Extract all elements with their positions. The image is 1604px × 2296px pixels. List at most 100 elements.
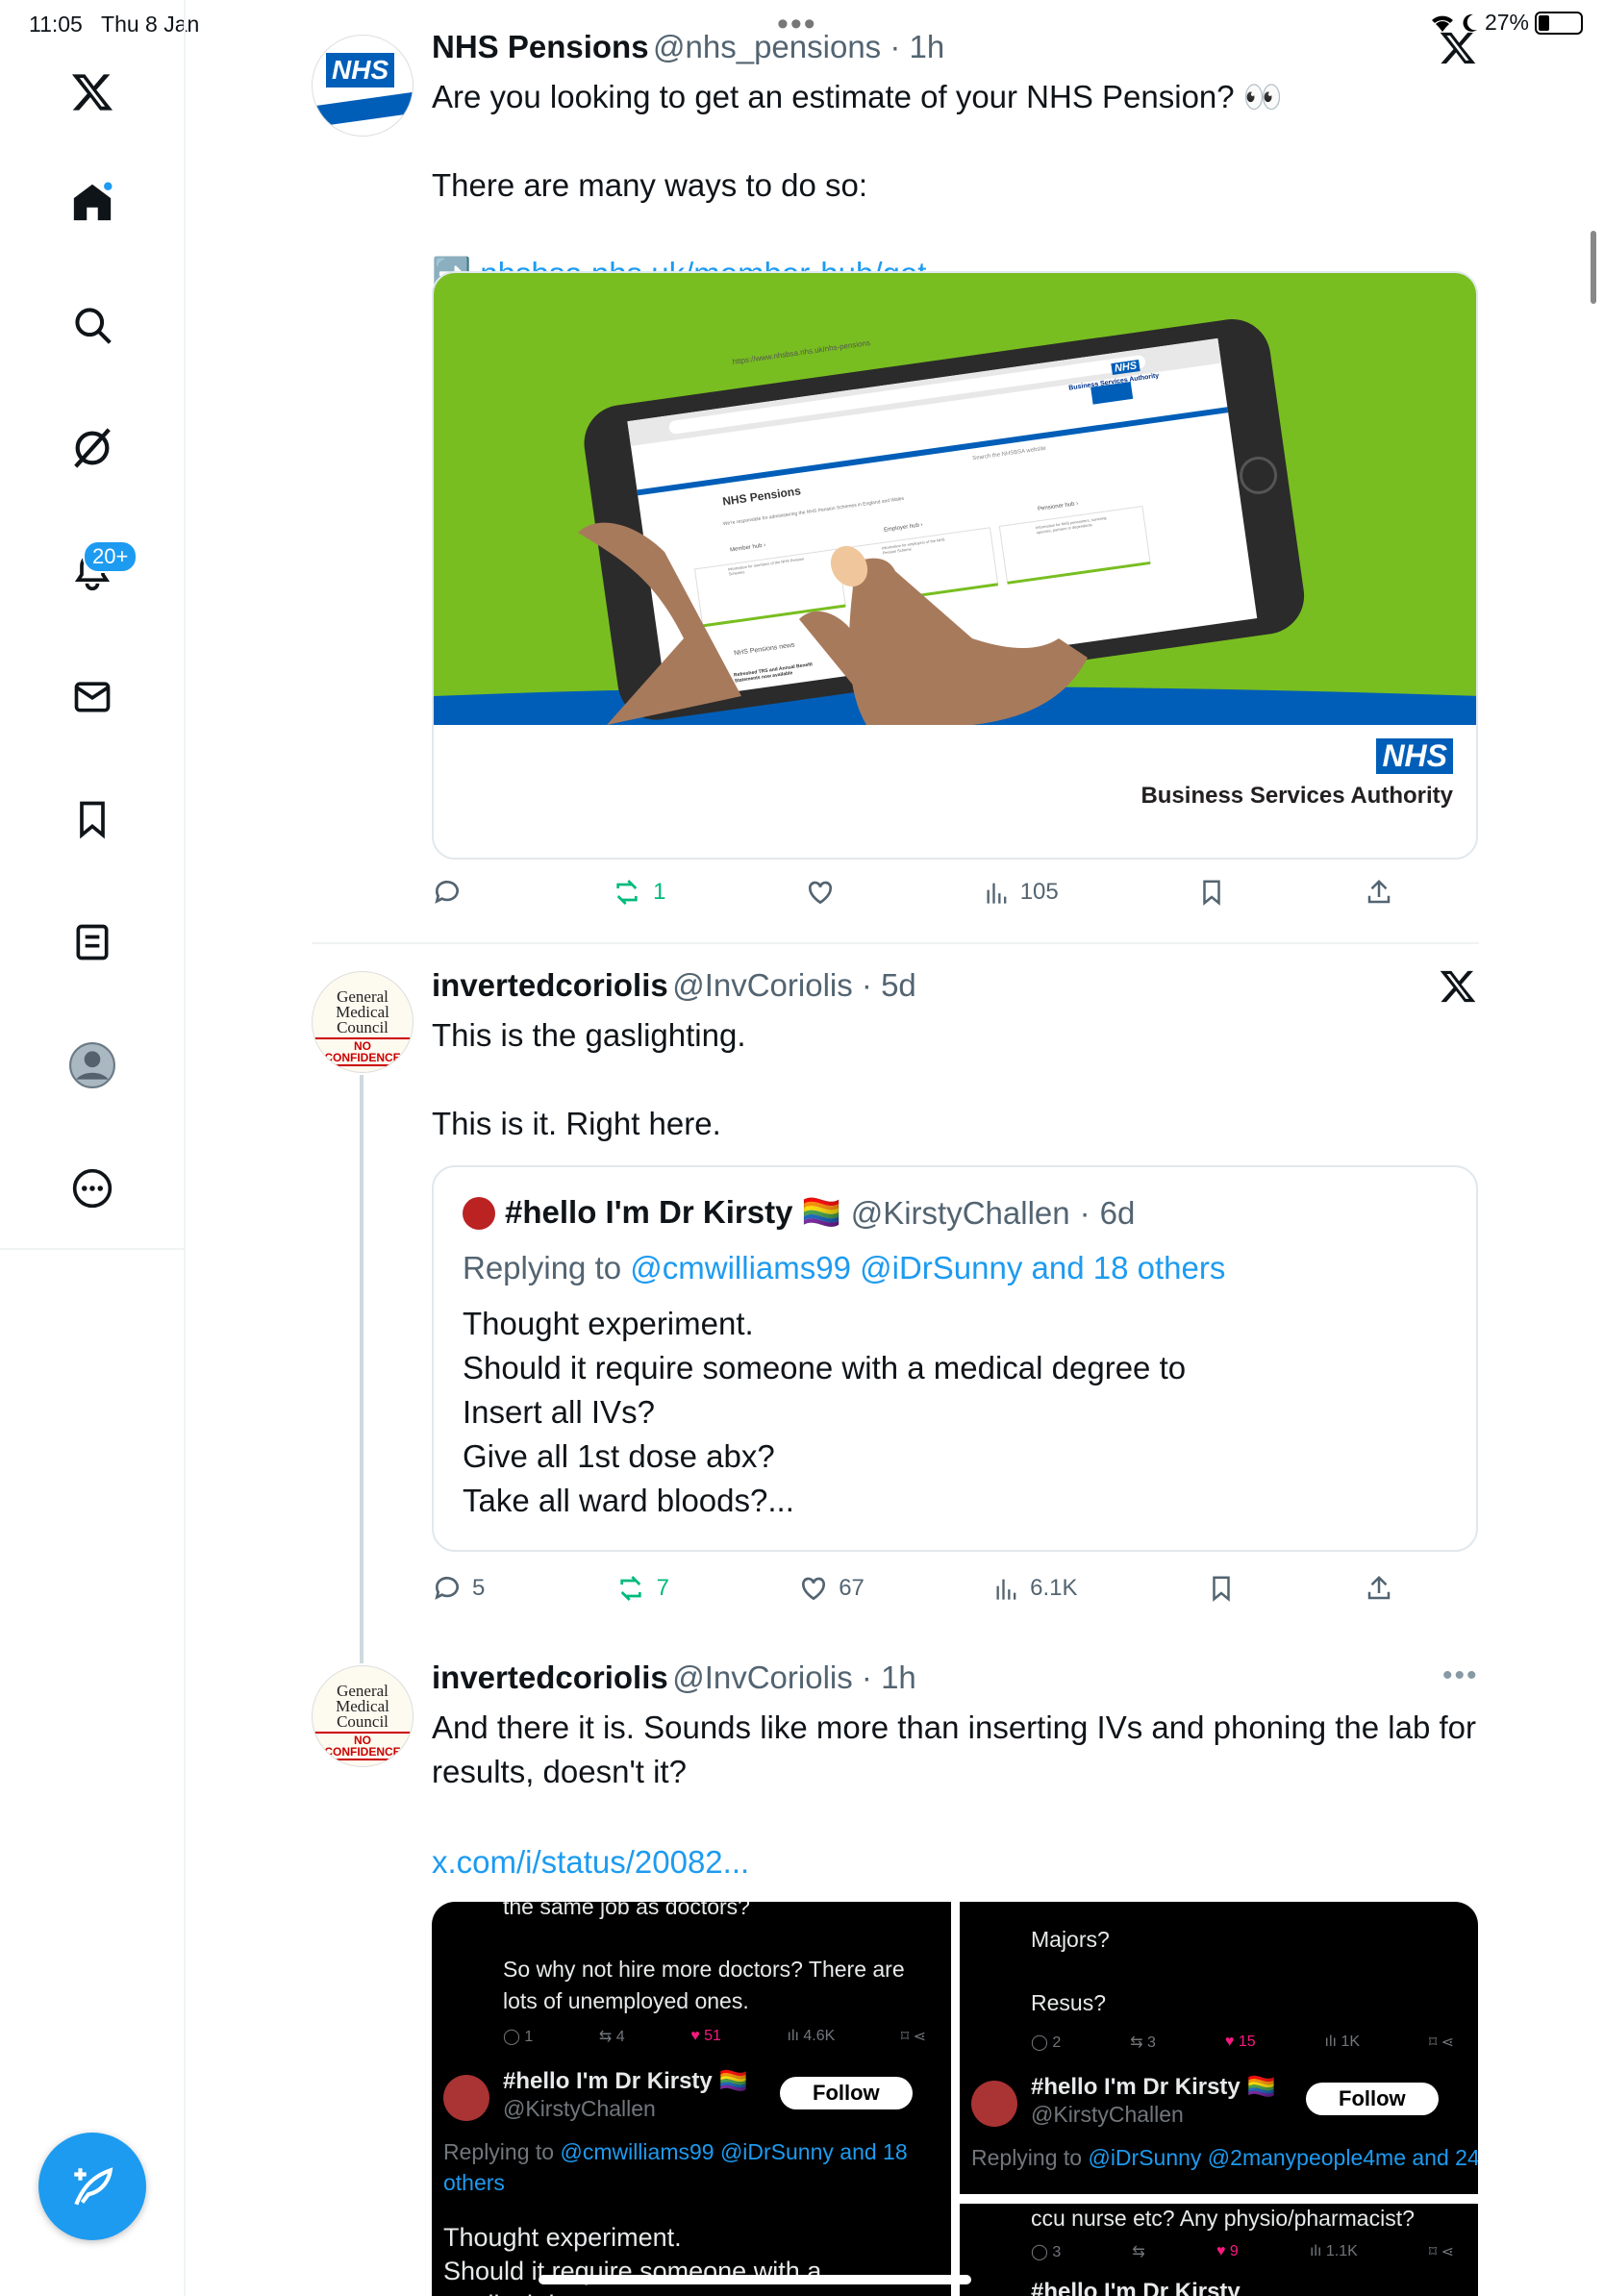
bookmark-icon bbox=[1203, 880, 1220, 906]
views-icon bbox=[996, 1579, 1016, 1600]
reply-button[interactable]: 5 bbox=[432, 1573, 485, 1604]
replying-to-links[interactable]: @cmwilliams99 @iDrSunny and 18 others bbox=[630, 1250, 1225, 1285]
repost-icon bbox=[619, 1576, 641, 1601]
notifications-badge: 20+ bbox=[83, 540, 138, 573]
screenshot-name: #hello I'm Dr Kirsty bbox=[1031, 2279, 1241, 2296]
tweet-header: NHS Pensions @nhs_pensions · 1h bbox=[432, 29, 945, 64]
tweet-link[interactable]: x.com/i/status/20082... bbox=[432, 1840, 749, 1884]
screenshot-body: Thought experiment. Should it require so… bbox=[443, 2223, 822, 2296]
more-options-icon[interactable]: ••• bbox=[1442, 1660, 1479, 1692]
heart-icon bbox=[808, 881, 832, 905]
screenshot-avatar bbox=[443, 2075, 489, 2121]
share-button[interactable] bbox=[1365, 877, 1393, 908]
screenshot-text: Majors? bbox=[1031, 1927, 1110, 1952]
screenshot-text: So why not hire more doctors? There are … bbox=[503, 1957, 905, 2013]
like-button[interactable] bbox=[805, 877, 845, 908]
screenshot-follow-button: Follow bbox=[1306, 2083, 1439, 2115]
media-card[interactable]: https://www.nhsbsa.nhs.uk/nhs-pensions N… bbox=[432, 271, 1478, 860]
bookmark-button[interactable] bbox=[1207, 1573, 1236, 1604]
author-handle[interactable]: @InvCoriolis bbox=[672, 967, 853, 1003]
share-icon bbox=[1367, 879, 1391, 904]
x-brand-icon bbox=[1439, 967, 1477, 1011]
views-button[interactable]: 105 bbox=[984, 877, 1059, 908]
tweet-text: And there it is. Sounds like more than i… bbox=[432, 1710, 1476, 1789]
thread-line bbox=[360, 1075, 363, 1663]
repost-button[interactable]: 1 bbox=[611, 877, 665, 908]
battery-icon bbox=[1535, 11, 1583, 35]
author-name[interactable]: invertedcoriolis bbox=[432, 967, 668, 1003]
x-brand-icon bbox=[1439, 29, 1477, 72]
screenshot-text: the same job as doctors? bbox=[503, 1902, 750, 1919]
screenshot-stats: ◯ 2 ⇆ 3 ♥ 15 ılı 1K ⌑ ⋖ bbox=[1031, 2034, 1454, 2051]
tweet-divider bbox=[312, 942, 1479, 944]
screenshot-stats: ◯ 1 ⇆ 4 ♥ 51 ılı 4.6K ⌑ ⋖ bbox=[503, 2028, 926, 2045]
tablet-illustration bbox=[434, 319, 1476, 735]
tweet-actions: 5 7 67 6.1K bbox=[432, 1573, 1393, 1604]
quoted-text: Thought experiment. Should it require so… bbox=[463, 1306, 1187, 1518]
tweet-text: This is the gaslighting. This is it. Rig… bbox=[432, 1017, 746, 1141]
share-button[interactable] bbox=[1365, 1573, 1393, 1604]
screenshot-replying: Replying to @cmwilliams99 @iDrSunny and … bbox=[443, 2139, 908, 2195]
x-logo-icon[interactable] bbox=[60, 60, 125, 125]
card-org-name: Business Services Authority bbox=[1140, 783, 1453, 809]
tweet-avatar[interactable]: NHS bbox=[312, 35, 414, 137]
quoted-avatar[interactable] bbox=[463, 1196, 495, 1230]
screenshot-text: Resus? bbox=[1031, 1990, 1106, 2015]
sidebar-divider bbox=[0, 1248, 186, 1250]
card-nhs-logo: NHS bbox=[1376, 738, 1453, 774]
heart-icon bbox=[802, 1577, 826, 1601]
screenshot-follow-button: Follow bbox=[780, 2077, 913, 2109]
media-image[interactable]: ccu nurse etc? Any physio/pharmacist? ◯ … bbox=[960, 2204, 1478, 2296]
tweet-header: invertedcoriolis @InvCoriolis · 1h bbox=[432, 1660, 916, 1695]
quoted-time: 6d bbox=[1099, 1194, 1136, 1231]
share-icon bbox=[1367, 1575, 1391, 1600]
screenshot-text: ccu nurse etc? Any physio/pharmacist? bbox=[1031, 2206, 1415, 2231]
no-confidence-stamp: NO CONFIDENCE bbox=[313, 1732, 413, 1760]
like-button[interactable]: 67 bbox=[798, 1573, 865, 1604]
no-confidence-stamp: NO CONFIDENCE bbox=[313, 1037, 413, 1066]
repost-button[interactable]: 7 bbox=[614, 1573, 669, 1604]
media-image[interactable]: the same job as doctors? So why not hire… bbox=[432, 1902, 951, 2296]
card-image: https://www.nhsbsa.nhs.uk/nhs-pensions N… bbox=[434, 273, 1476, 735]
tweet-time[interactable]: 1h bbox=[881, 1660, 916, 1695]
author-name[interactable]: NHS Pensions bbox=[432, 29, 649, 64]
reply-icon bbox=[435, 1576, 459, 1600]
bookmarks-icon[interactable] bbox=[60, 786, 125, 852]
screenshot-handle: @KirstyChallen bbox=[503, 2096, 656, 2121]
tweet-time[interactable]: 1h bbox=[910, 29, 945, 64]
compose-button[interactable] bbox=[38, 2133, 146, 2240]
profile-avatar[interactable] bbox=[60, 1033, 125, 1098]
screenshot-stats: ◯ 3 ⇆ ♥ 9 ılı 1.1K ⌑ ⋖ bbox=[1031, 2243, 1454, 2260]
nhs-logo: NHS bbox=[326, 53, 395, 87]
lists-icon[interactable] bbox=[60, 910, 125, 975]
messages-icon[interactable] bbox=[60, 663, 125, 729]
bookmark-icon bbox=[1212, 1576, 1230, 1602]
replying-to: Replying to @cmwilliams99 @iDrSunny and … bbox=[463, 1250, 1226, 1285]
more-icon[interactable] bbox=[60, 1156, 125, 1221]
quoted-author-handle[interactable]: @KirstyChallen bbox=[851, 1195, 1070, 1232]
repost-icon bbox=[616, 880, 638, 905]
views-button[interactable]: 6.1K bbox=[993, 1573, 1078, 1604]
bookmark-button[interactable] bbox=[1197, 877, 1226, 908]
screenshot-avatar bbox=[971, 2081, 1017, 2127]
tweet-actions: 1 105 bbox=[432, 877, 1393, 908]
author-handle[interactable]: @InvCoriolis bbox=[672, 1660, 853, 1695]
tweet-time[interactable]: 5d bbox=[881, 967, 916, 1003]
quoted-author-name[interactable]: #hello I'm Dr Kirsty 🏳️‍🌈 bbox=[505, 1194, 841, 1232]
tweet-avatar[interactable]: General Medical Council NO CONFIDENCE bbox=[312, 1665, 414, 1767]
media-image[interactable]: Majors? Resus? ◯ 2 ⇆ 3 ♥ 15 ılı 1K ⌑ ⋖ #… bbox=[960, 1902, 1478, 2204]
home-icon[interactable] bbox=[60, 169, 125, 235]
battery-percent: 27% bbox=[1484, 10, 1529, 35]
tweet-avatar[interactable]: General Medical Council NO CONFIDENCE bbox=[312, 971, 414, 1073]
views-icon bbox=[987, 883, 1007, 904]
screenshot-name: #hello I'm Dr Kirsty 🏳️‍🌈 bbox=[503, 2068, 748, 2094]
reply-button[interactable] bbox=[432, 877, 472, 908]
author-name[interactable]: invertedcoriolis bbox=[432, 1660, 668, 1695]
home-indicator[interactable] bbox=[539, 2275, 971, 2284]
grok-icon[interactable] bbox=[60, 415, 125, 481]
author-handle[interactable]: @nhs_pensions bbox=[653, 29, 881, 64]
quoted-tweet[interactable]: #hello I'm Dr Kirsty 🏳️‍🌈 @KirstyChallen… bbox=[432, 1165, 1478, 1552]
compose-feather-icon bbox=[74, 2167, 113, 2206]
search-icon[interactable] bbox=[60, 292, 125, 358]
scrollbar[interactable] bbox=[1591, 231, 1596, 304]
